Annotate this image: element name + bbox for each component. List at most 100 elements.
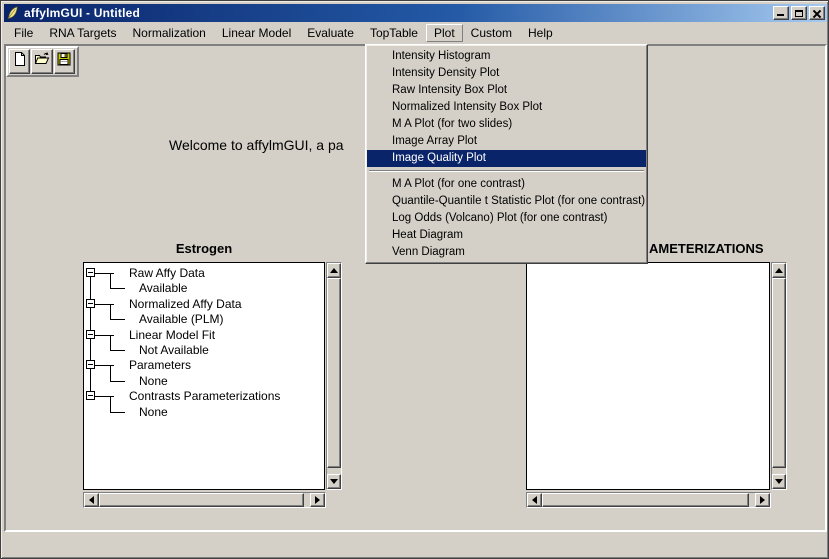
scroll-down-button[interactable] bbox=[327, 474, 341, 489]
scroll-down-button[interactable] bbox=[772, 474, 786, 489]
arrow-down-icon bbox=[775, 479, 783, 484]
menubar-item-normalization[interactable]: Normalization bbox=[125, 24, 214, 42]
maximize-icon bbox=[795, 10, 803, 17]
tree-line bbox=[95, 273, 114, 274]
plot-menu-item-venn-diagram[interactable]: Venn Diagram bbox=[367, 244, 646, 261]
menubar-item-toptable[interactable]: TopTable bbox=[362, 24, 426, 42]
menubar-item-rna-targets[interactable]: RNA Targets bbox=[41, 24, 124, 42]
plot-menu-item-heat-diagram[interactable]: Heat Diagram bbox=[367, 227, 646, 244]
tree-line bbox=[110, 412, 125, 413]
plot-menu-item-quantile-quantile-t-statistic-plot-for-one-contrast[interactable]: Quantile-Quantile t Statistic Plot (for … bbox=[367, 193, 646, 210]
tree-collapse-toggle[interactable] bbox=[86, 330, 95, 339]
tree-line bbox=[95, 396, 114, 397]
feather-icon bbox=[6, 6, 20, 20]
tree-collapse-toggle[interactable] bbox=[86, 391, 95, 400]
open-file-icon bbox=[34, 51, 50, 72]
arrow-up-icon bbox=[330, 268, 338, 273]
plot-menu-item-log-odds-volcano-plot-for-one-contrast[interactable]: Log Odds (Volcano) Plot (for one contras… bbox=[367, 210, 646, 227]
tree-item-linear-model-fit[interactable]: Linear Model Fit bbox=[129, 328, 215, 343]
arrow-left-icon bbox=[89, 496, 94, 504]
tree-line bbox=[95, 365, 114, 366]
menubar-item-evaluate[interactable]: Evaluate bbox=[299, 24, 362, 42]
tree-line bbox=[110, 335, 111, 350]
scroll-up-button[interactable] bbox=[772, 263, 786, 278]
plot-menu-item-intensity-density-plot[interactable]: Intensity Density Plot bbox=[367, 65, 646, 82]
close-icon bbox=[812, 9, 822, 18]
tree-collapse-toggle[interactable] bbox=[86, 299, 95, 308]
tree-item-status[interactable]: Available (PLM) bbox=[139, 312, 223, 327]
tree-collapse-toggle[interactable] bbox=[86, 360, 95, 369]
new-file-button[interactable] bbox=[9, 49, 30, 74]
tree-line bbox=[110, 288, 125, 289]
title-bar[interactable]: affylmGUI - Untitled bbox=[4, 4, 827, 22]
scrollbar-thumb[interactable] bbox=[327, 278, 341, 468]
menubar-item-help[interactable]: Help bbox=[520, 24, 561, 42]
tree-line bbox=[110, 350, 125, 351]
tree-line bbox=[110, 273, 111, 288]
tree-line bbox=[110, 365, 111, 381]
plot-menu-item-normalized-intensity-box-plot[interactable]: Normalized Intensity Box Plot bbox=[367, 99, 646, 116]
scrollbar-thumb[interactable] bbox=[99, 493, 304, 507]
toolbar bbox=[6, 46, 79, 77]
scroll-right-button[interactable] bbox=[755, 493, 770, 507]
arrow-up-icon bbox=[775, 268, 783, 273]
arrow-right-icon bbox=[315, 496, 320, 504]
arrow-left-icon bbox=[532, 496, 537, 504]
scroll-left-button[interactable] bbox=[527, 493, 542, 507]
tree-item-parameters[interactable]: Parameters bbox=[129, 358, 191, 373]
tree-line bbox=[110, 381, 125, 382]
plot-menu-item-intensity-histogram[interactable]: Intensity Histogram bbox=[367, 48, 646, 65]
scrollbar-thumb[interactable] bbox=[772, 278, 786, 468]
left-panel-title: Estrogen bbox=[83, 241, 325, 256]
window-controls bbox=[771, 6, 825, 20]
menubar-item-custom[interactable]: Custom bbox=[463, 24, 520, 42]
scroll-left-button[interactable] bbox=[84, 493, 99, 507]
tree-item-raw-affy-data[interactable]: Raw Affy Data bbox=[129, 266, 205, 281]
plot-menu-item-raw-intensity-box-plot[interactable]: Raw Intensity Box Plot bbox=[367, 82, 646, 99]
menubar-item-file[interactable]: File bbox=[6, 24, 41, 42]
contrasts-list[interactable] bbox=[526, 262, 770, 490]
menu-bar: FileRNA TargetsNormalizationLinear Model… bbox=[4, 22, 827, 44]
app-window: affylmGUI - Untitled FileRNA TargetsNorm… bbox=[0, 0, 829, 559]
tree-item-status[interactable]: None bbox=[139, 405, 168, 420]
plot-menu-item-image-array-plot[interactable]: Image Array Plot bbox=[367, 133, 646, 150]
scroll-right-button[interactable] bbox=[310, 493, 325, 507]
right-panel-title: AMETERIZATIONS bbox=[649, 241, 764, 256]
arrow-right-icon bbox=[760, 496, 765, 504]
left-panel-horizontal-scrollbar[interactable] bbox=[83, 492, 326, 508]
open-file-button[interactable] bbox=[31, 49, 52, 74]
minimize-icon bbox=[777, 14, 784, 16]
plot-menu-item-m-a-plot-for-two-slides[interactable]: M A Plot (for two slides) bbox=[367, 116, 646, 133]
status-tree[interactable]: Raw Affy DataAvailableNormalized Affy Da… bbox=[83, 262, 325, 490]
scrollbar-thumb[interactable] bbox=[542, 493, 749, 507]
new-file-icon bbox=[12, 51, 28, 72]
maximize-button[interactable] bbox=[791, 6, 807, 20]
tree-collapse-toggle[interactable] bbox=[86, 268, 95, 277]
close-button[interactable] bbox=[809, 6, 825, 20]
plot-menu-item-image-quality-plot[interactable]: Image Quality Plot bbox=[367, 150, 646, 167]
menubar-item-linear-model[interactable]: Linear Model bbox=[214, 24, 299, 42]
menu-separator bbox=[369, 170, 644, 172]
tree-line bbox=[110, 304, 111, 319]
scroll-up-button[interactable] bbox=[327, 263, 341, 278]
save-file-button[interactable] bbox=[54, 49, 75, 74]
tree-item-normalized-affy-data[interactable]: Normalized Affy Data bbox=[129, 297, 242, 312]
tree-item-status[interactable]: Available bbox=[139, 281, 187, 296]
tree-line bbox=[95, 335, 114, 336]
tree-item-status[interactable]: None bbox=[139, 374, 168, 389]
tree-line bbox=[95, 304, 114, 305]
left-panel-vertical-scrollbar[interactable] bbox=[326, 262, 342, 490]
tree-line bbox=[110, 319, 125, 320]
arrow-down-icon bbox=[330, 479, 338, 484]
window-title: affylmGUI - Untitled bbox=[24, 6, 140, 20]
tree-line bbox=[110, 396, 111, 412]
plot-menu-item-m-a-plot-for-one-contrast[interactable]: M A Plot (for one contrast) bbox=[367, 176, 646, 193]
welcome-text: Welcome to affylmGUI, a pa bbox=[169, 137, 344, 153]
menubar-item-plot[interactable]: Plot bbox=[426, 24, 463, 42]
right-panel-horizontal-scrollbar[interactable] bbox=[526, 492, 771, 508]
plot-menu-dropdown: Intensity HistogramIntensity Density Plo… bbox=[365, 44, 648, 264]
tree-item-status[interactable]: Not Available bbox=[139, 343, 209, 358]
minimize-button[interactable] bbox=[773, 6, 789, 20]
tree-item-contrasts-parameterizations[interactable]: Contrasts Parameterizations bbox=[129, 389, 280, 404]
right-panel-vertical-scrollbar[interactable] bbox=[771, 262, 787, 490]
